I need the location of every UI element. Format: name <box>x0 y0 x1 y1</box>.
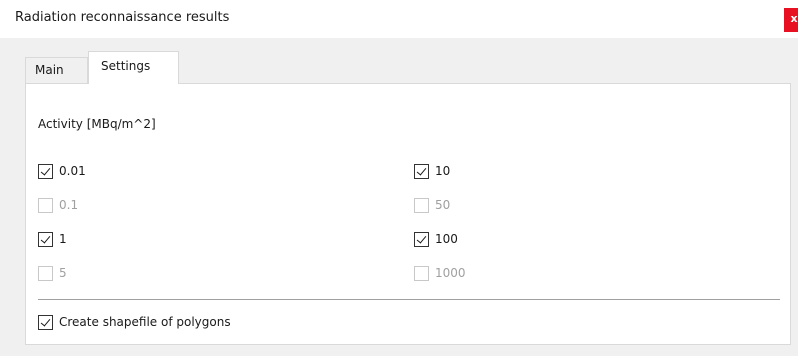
checkbox-box <box>414 197 429 213</box>
checkbox-box <box>38 197 53 213</box>
checkbox-activity-50: 50 <box>414 196 450 214</box>
settings-panel: Activity [MBq/m^2] 0.01 0.1 1 5 10 50 10… <box>25 83 791 345</box>
checkbox-label: Create shapefile of polygons <box>59 315 231 329</box>
checkbox-create-shapefile[interactable]: Create shapefile of polygons <box>38 313 231 331</box>
tab-main[interactable]: Main <box>25 57 88 83</box>
checkbox-label: 0.01 <box>59 164 86 178</box>
checkbox-box[interactable] <box>414 163 429 179</box>
checkbox-label: 10 <box>435 164 451 178</box>
checkbox-box <box>38 265 53 281</box>
checkbox-activity-10[interactable]: 10 <box>414 162 450 180</box>
checkbox-activity-5: 5 <box>38 264 67 282</box>
window-title: Radiation reconnaissance results <box>15 10 230 25</box>
checkbox-label: 0.1 <box>59 198 79 212</box>
checkbox-label: 100 <box>435 232 458 246</box>
checkbox-activity-0-1: 0.1 <box>38 196 78 214</box>
activity-section-label: Activity [MBq/m^2] <box>38 117 156 131</box>
checkbox-box <box>414 265 429 281</box>
tab-settings[interactable]: Settings <box>88 51 179 84</box>
checkbox-activity-1000: 1000 <box>414 264 466 282</box>
dialog-client-area: Main Settings Activity [MBq/m^2] 0.01 0.… <box>0 38 798 356</box>
separator-line <box>38 299 780 300</box>
close-button[interactable]: x <box>784 8 798 32</box>
checkbox-label: 1000 <box>435 266 466 280</box>
checkbox-box[interactable] <box>414 231 429 247</box>
checkbox-label: 5 <box>59 266 67 280</box>
title-bar: Radiation reconnaissance results x <box>0 0 798 38</box>
checkbox-activity-100[interactable]: 100 <box>414 230 458 248</box>
checkbox-label: 1 <box>59 232 67 246</box>
checkbox-box[interactable] <box>38 314 53 330</box>
checkbox-activity-0-01[interactable]: 0.01 <box>38 162 86 180</box>
checkbox-label: 50 <box>435 198 451 212</box>
checkbox-activity-1[interactable]: 1 <box>38 230 67 248</box>
checkbox-box[interactable] <box>38 231 53 247</box>
checkbox-box[interactable] <box>38 163 53 179</box>
